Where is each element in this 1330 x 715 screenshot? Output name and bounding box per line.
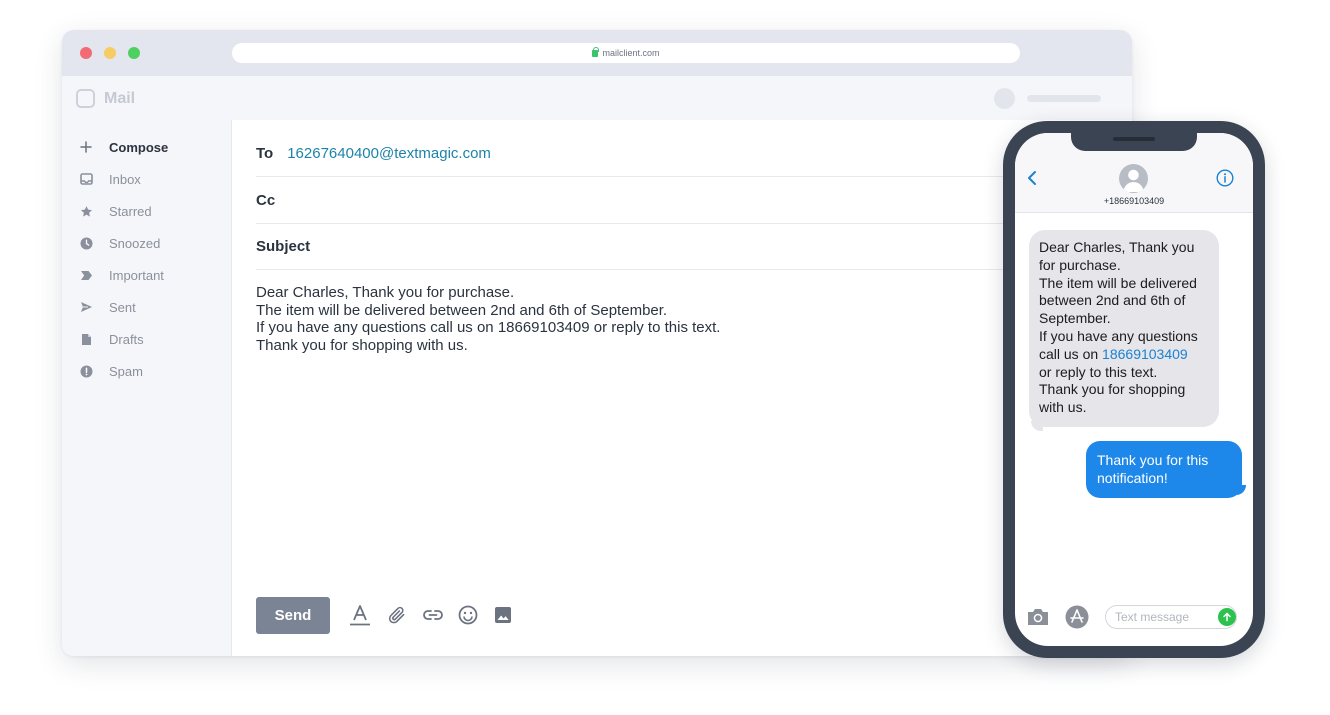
lock-icon: [592, 46, 600, 57]
message-body[interactable]: Dear Charles, Thank you for purchase. Th…: [256, 284, 720, 355]
image-icon[interactable]: [492, 604, 514, 626]
compose-panel: To 16267640400@textmagic.com Cc Subject …: [233, 120, 1132, 656]
user-avatar[interactable]: [994, 88, 1015, 109]
app-header: Mail: [62, 76, 1132, 120]
minimize-window-button[interactable]: [104, 47, 116, 59]
maximize-window-button[interactable]: [128, 47, 140, 59]
sidebar-item-label: Starred: [109, 203, 152, 219]
sidebar-item-label: Snoozed: [109, 235, 161, 251]
to-recipient[interactable]: 16267640400@textmagic.com: [287, 145, 491, 162]
phone-mockup: +18669103409 Dear Charles, Thank you for…: [1003, 121, 1265, 658]
sidebar-item-inbox[interactable]: Inbox: [79, 169, 141, 189]
body-line: If you have any questions call us on 186…: [256, 319, 721, 337]
browser-window: mailclient.com Mail Compose Inbox Starre…: [62, 30, 1132, 656]
phone-notch: [1071, 133, 1197, 151]
browser-titlebar: mailclient.com: [62, 30, 1132, 76]
to-label: To: [256, 145, 274, 162]
incoming-message-bubble: Dear Charles, Thank you for purchase. Th…: [1029, 230, 1219, 427]
message-line: Thank you for shopping: [1039, 381, 1186, 398]
alert-icon: [79, 364, 93, 378]
clock-icon: [79, 236, 93, 250]
outgoing-message-bubble: Thank you for this notification!: [1086, 441, 1242, 498]
send-button[interactable]: Send: [256, 597, 330, 634]
sidebar-item-snoozed[interactable]: Snoozed: [79, 233, 160, 253]
star-icon: [79, 204, 93, 218]
app-name: Mail: [104, 90, 136, 107]
attachment-icon[interactable]: [386, 604, 408, 626]
contact-avatar[interactable]: [1119, 164, 1148, 193]
body-line: The item will be delivered between 2nd a…: [256, 301, 668, 319]
send-icon: [79, 300, 93, 314]
call-prefix: call us on: [1039, 345, 1103, 362]
body-line: Dear Charles, Thank you for purchase.: [256, 284, 515, 301]
info-icon[interactable]: [1216, 169, 1234, 187]
sidebar-item-sent[interactable]: Sent: [79, 297, 136, 317]
subject-label: Subject: [256, 238, 311, 255]
sidebar: Compose Inbox Starred Snoozed Important: [62, 120, 232, 656]
body-line: Thank you for shopping with us.: [256, 337, 468, 355]
phone-screen: +18669103409 Dear Charles, Thank you for…: [1015, 133, 1253, 646]
sidebar-item-compose[interactable]: Compose: [79, 137, 168, 157]
sidebar-item-label: Sent: [109, 299, 136, 315]
send-arrow-icon[interactable]: [1218, 608, 1236, 626]
message-line: or reply to this text.: [1039, 363, 1158, 380]
phone-number-link[interactable]: 18669103409: [1102, 346, 1188, 362]
user-name-placeholder: [1027, 95, 1101, 102]
message-line: September.: [1039, 310, 1111, 327]
cc-field[interactable]: Cc: [256, 178, 1116, 224]
url-text: mailclient.com: [602, 48, 660, 58]
message-line: Dear Charles, Thank you: [1039, 239, 1195, 255]
plus-icon: [79, 140, 93, 154]
message-line: for purchase.: [1039, 256, 1121, 273]
to-field[interactable]: To 16267640400@textmagic.com: [256, 131, 1116, 177]
message-line: between 2nd and 6th of: [1039, 292, 1186, 309]
speaker-grill: [1113, 137, 1155, 141]
sidebar-item-label: Inbox: [109, 171, 141, 187]
file-icon: [79, 332, 93, 346]
camera-icon[interactable]: [1026, 607, 1050, 627]
back-chevron-icon[interactable]: [1025, 169, 1039, 187]
text-format-icon[interactable]: [349, 604, 371, 626]
cc-label: Cc: [256, 192, 276, 209]
sidebar-item-starred[interactable]: Starred: [79, 201, 152, 221]
message-line: with us.: [1039, 399, 1087, 416]
subject-field[interactable]: Subject: [256, 224, 1116, 270]
contact-number: +18669103409: [1103, 196, 1165, 206]
sidebar-item-label: Drafts: [109, 331, 144, 347]
message-line: If you have any questions: [1039, 327, 1198, 344]
inbox-icon: [79, 172, 93, 186]
link-icon[interactable]: [422, 604, 444, 626]
message-line: notification!: [1097, 469, 1168, 486]
mail-logo-icon: [76, 89, 95, 108]
sidebar-item-drafts[interactable]: Drafts: [79, 329, 144, 349]
sidebar-item-label: Spam: [109, 363, 143, 379]
message-line: The item will be delivered: [1039, 274, 1197, 291]
message-line: Thank you for this: [1097, 452, 1209, 468]
sidebar-item-label: Compose: [109, 139, 169, 155]
emoji-icon[interactable]: [457, 604, 479, 626]
sidebar-item-important[interactable]: Important: [79, 265, 164, 285]
sidebar-item-label: Important: [109, 267, 164, 283]
address-bar[interactable]: mailclient.com: [232, 43, 1020, 63]
app-store-icon[interactable]: [1065, 605, 1089, 629]
label-icon: [79, 268, 93, 282]
sidebar-item-spam[interactable]: Spam: [79, 361, 143, 381]
message-line: call us on 18669103409: [1039, 346, 1210, 364]
close-window-button[interactable]: [80, 47, 92, 59]
